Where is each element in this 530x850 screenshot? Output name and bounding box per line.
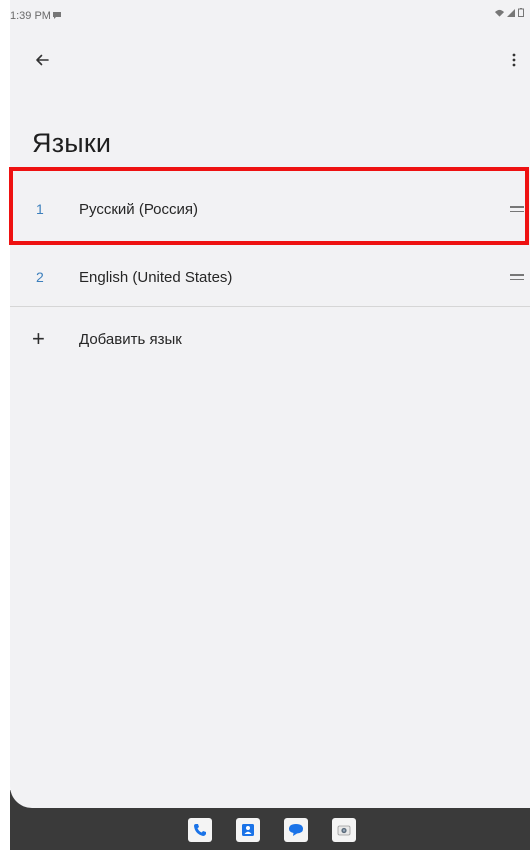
app-dock — [0, 810, 530, 850]
more-vert-icon — [512, 53, 516, 67]
language-item-russian[interactable]: 1 Русский (Россия) — [10, 170, 530, 248]
battery-icon — [518, 8, 524, 17]
settings-app-surface: 1:39 PM Языки 1 Русский (Россия) 2 Engli… — [10, 0, 530, 808]
toolbar — [10, 38, 530, 82]
messages-app-button[interactable] — [284, 818, 308, 842]
drag-handle-icon[interactable] — [510, 271, 526, 283]
back-button[interactable] — [26, 44, 58, 76]
messages-icon — [289, 824, 303, 836]
language-list: 1 Русский (Россия) 2 English (United Sta… — [10, 170, 530, 371]
camera-app-button[interactable] — [332, 818, 356, 842]
notification-icon — [53, 12, 61, 19]
signal-icon — [507, 8, 515, 17]
status-icons — [495, 8, 524, 17]
language-number: 2 — [36, 269, 44, 285]
screen: 1:39 PM Языки 1 Русский (Россия) 2 Engli… — [0, 0, 530, 850]
phone-icon — [194, 824, 206, 836]
add-language-button[interactable]: + Добавить язык — [10, 307, 530, 371]
camera-icon — [337, 825, 351, 836]
add-language-label: Добавить язык — [79, 330, 182, 348]
language-number: 1 — [36, 201, 44, 217]
plus-icon: + — [32, 326, 45, 351]
contacts-icon — [242, 824, 254, 836]
arrow-back-icon — [36, 54, 49, 66]
contacts-app-button[interactable] — [236, 818, 260, 842]
phone-app-button[interactable] — [188, 818, 212, 842]
wifi-icon — [495, 9, 504, 17]
drag-handle-icon[interactable] — [510, 203, 526, 215]
page-title: Языки — [32, 128, 112, 158]
status-bar: 1:39 PM — [10, 0, 530, 28]
language-item-english[interactable]: 2 English (United States) — [10, 248, 530, 306]
status-time: 1:39 PM — [10, 10, 51, 22]
more-options-button[interactable] — [500, 44, 528, 76]
language-name: Русский (Россия) — [79, 200, 199, 218]
language-name: English (United States) — [79, 268, 233, 286]
